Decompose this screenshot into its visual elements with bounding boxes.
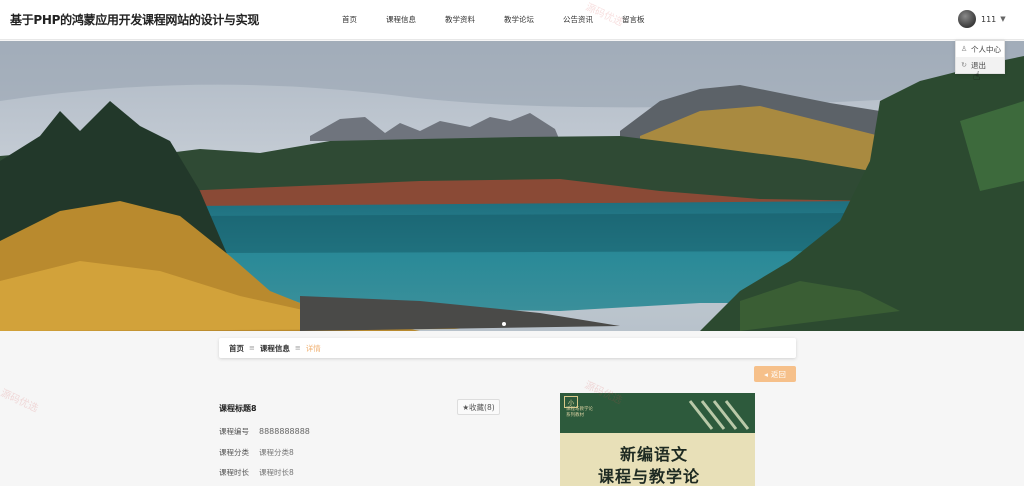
user-icon: ♙ <box>960 45 968 53</box>
nav-item-materials[interactable]: 教学资料 <box>445 14 475 25</box>
back-arrow-icon: ◂ <box>764 369 768 379</box>
site-title[interactable]: 基于PHP的鸿蒙应用开发课程网站的设计与实现 <box>10 11 259 28</box>
cover-title-line1: 新编语文 <box>620 445 689 464</box>
field-label: 课程分类 <box>219 448 249 457</box>
breadcrumb-separator-icon: ≡ <box>294 344 301 352</box>
caret-down-icon[interactable]: ▼ <box>1000 15 1005 23</box>
hero-banner[interactable] <box>0 41 1024 331</box>
dropdown-item-label: 个人中心 <box>971 44 1001 54</box>
cover-series-text: 课程与教学论 系列教材 <box>566 407 593 418</box>
nav-item-forum[interactable]: 教学论坛 <box>504 14 534 25</box>
breadcrumb-courses[interactable]: 课程信息 <box>260 343 290 354</box>
field-value: 课程分类8 <box>259 448 294 457</box>
field-course-id: 课程编号 8888888888 <box>219 426 310 437</box>
course-cover-image: 小 课程与教学论 系列教材 新编语文 课程与教学论 <box>560 393 755 486</box>
nav-item-messages[interactable]: 留言板 <box>622 14 645 25</box>
breadcrumb: 首页 ≡ 课程信息 ≡ 详情 <box>219 338 796 358</box>
user-name[interactable]: 111 <box>981 15 996 24</box>
cover-decoration <box>688 400 750 430</box>
course-title: 课程标题8 <box>219 404 257 413</box>
field-course-duration: 课程时长 课程时长8 <box>219 467 294 478</box>
breadcrumb-home[interactable]: 首页 <box>229 343 244 354</box>
field-label: 课程编号 <box>219 427 249 436</box>
field-label: 课程时长 <box>219 468 249 477</box>
landscape-image <box>0 41 1024 331</box>
breadcrumb-separator-icon: ≡ <box>249 344 255 352</box>
cover-title-line2: 课程与教学论 <box>598 467 701 486</box>
field-course-category: 课程分类 课程分类8 <box>219 447 294 458</box>
back-button-label: 返回 <box>770 369 786 379</box>
user-menu[interactable]: 111 ▼ <box>958 10 1006 28</box>
back-button[interactable]: ◂ 返回 <box>754 366 796 382</box>
hand-cursor-icon: ☝ <box>973 69 981 83</box>
star-icon: ★ <box>462 402 470 412</box>
nav-item-home[interactable]: 首页 <box>342 14 357 25</box>
carousel-indicators <box>502 322 506 326</box>
field-value: 课程时长8 <box>259 468 294 477</box>
watermark: 源码优选 <box>0 387 40 415</box>
top-header: 基于PHP的鸿蒙应用开发课程网站的设计与实现 首页 课程信息 教学资料 教学论坛… <box>0 0 1024 40</box>
carousel-dot[interactable] <box>502 322 506 326</box>
nav-item-news[interactable]: 公告资讯 <box>563 14 593 25</box>
breadcrumb-current: 详情 <box>305 343 321 353</box>
field-value: 8888888888 <box>259 427 310 436</box>
avatar[interactable] <box>958 10 976 28</box>
nav-item-courses[interactable]: 课程信息 <box>386 14 416 25</box>
main-nav: 首页 课程信息 教学资料 教学论坛 公告资讯 留言板 <box>342 14 674 25</box>
favorite-button[interactable]: ★ 收藏(8) <box>457 399 500 415</box>
dropdown-item-profile[interactable]: ♙ 个人中心 <box>956 41 1004 57</box>
favorite-label: 收藏(8) <box>469 402 495 412</box>
logout-icon: ↻ <box>961 61 967 69</box>
